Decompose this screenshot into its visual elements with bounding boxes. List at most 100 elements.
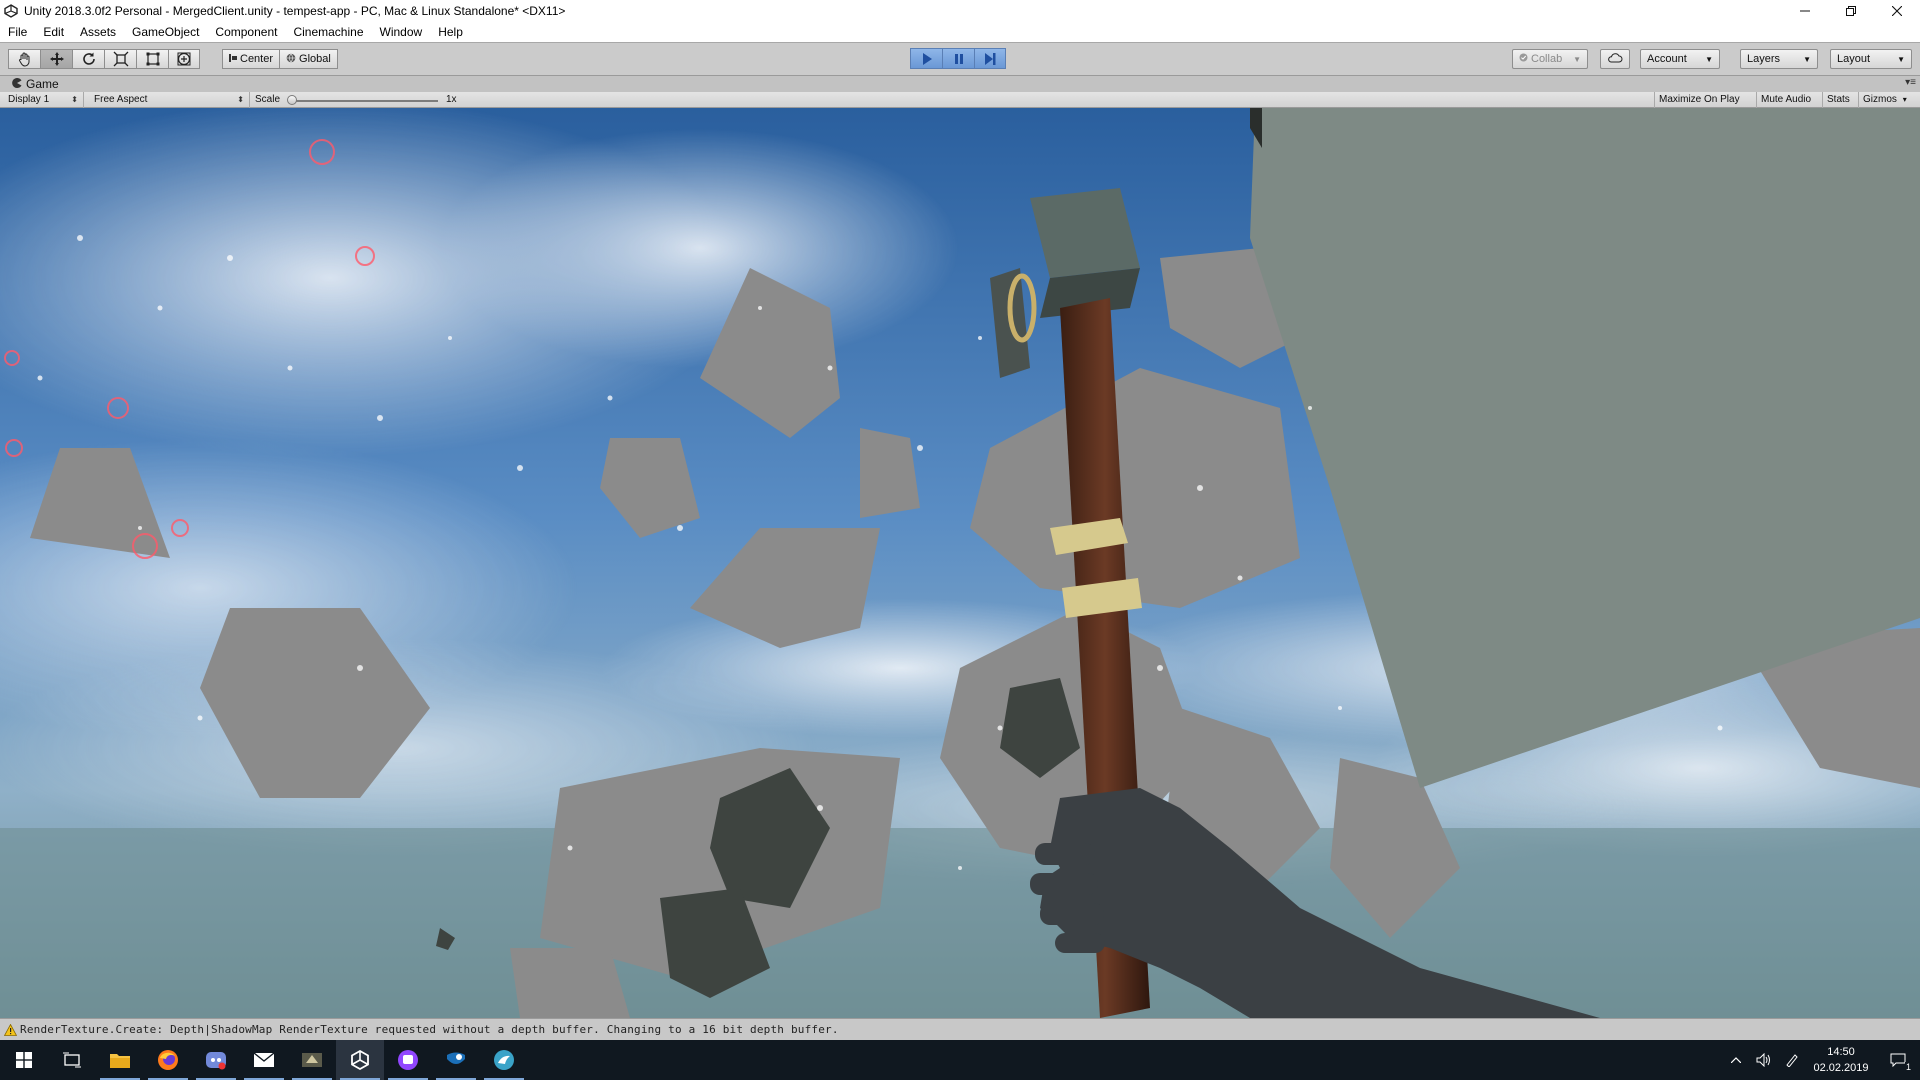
pause-icon (954, 53, 963, 64)
minimize-icon[interactable] (1782, 0, 1828, 22)
playback-controls (910, 48, 1006, 69)
scale-slider-track[interactable] (292, 100, 438, 102)
gizmos-dropdown[interactable]: Gizmos ▾ (1858, 92, 1920, 108)
game-viewport[interactable] (0, 108, 1920, 1018)
chevron-up-icon[interactable] (1722, 1040, 1750, 1080)
twitch-icon[interactable] (384, 1040, 432, 1080)
transform-tool-icon[interactable] (168, 49, 200, 69)
scale-tool-icon[interactable] (104, 49, 136, 69)
rotate-tool-icon[interactable] (72, 49, 104, 69)
pivot-icon (229, 53, 237, 66)
account-label: Account (1647, 53, 1687, 65)
console-status-bar[interactable]: RenderTexture.Create: Depth|ShadowMap Re… (0, 1018, 1920, 1040)
pivot-controls: Center Global (222, 49, 338, 69)
unity-logo-icon (0, 0, 22, 22)
menu-window[interactable]: Window (372, 22, 431, 43)
display-dropdown[interactable]: Display 1 ⬍ (0, 92, 84, 108)
chevron-down-icon: ▾ (1902, 95, 1907, 104)
layers-label: Layers (1747, 53, 1781, 65)
window-titlebar: Unity 2018.3.0f2 Personal - MergedClient… (0, 0, 1920, 22)
unity-icon[interactable] (336, 1040, 384, 1080)
menu-edit[interactable]: Edit (35, 22, 72, 43)
move-tool-icon[interactable] (40, 49, 72, 69)
stats-toggle[interactable]: Stats (1822, 92, 1858, 108)
game-scene (0, 108, 1920, 1018)
pivot-global-button[interactable]: Global (280, 49, 338, 69)
aspect-dropdown[interactable]: Free Aspect ⬍ (86, 92, 250, 108)
gizmos-label: Gizmos (1863, 94, 1897, 105)
notification-center-icon[interactable]: 1 (1876, 1040, 1920, 1080)
chevron-down-icon: ▼ (1705, 54, 1713, 64)
layout-label: Layout (1837, 53, 1871, 65)
system-clock[interactable]: 14:50 02.02.2019 (1806, 1044, 1876, 1076)
status-message: RenderTexture.Create: Depth|ShadowMap Re… (20, 1023, 839, 1036)
pivot-center-button[interactable]: Center (222, 49, 281, 69)
check-icon (1519, 53, 1528, 65)
scale-slider-thumb[interactable] (287, 95, 297, 105)
unity-editor-window: Unity 2018.3.0f2 Personal - MergedClient… (0, 0, 1920, 1080)
chevron-updown-icon: ⬍ (237, 95, 244, 104)
account-dropdown[interactable]: Account ▼ (1640, 49, 1720, 69)
game-app-icon[interactable] (288, 1040, 336, 1080)
tab-game[interactable]: Game (2, 76, 67, 92)
chevron-down-icon: ▼ (1897, 54, 1905, 64)
warning-icon (0, 1023, 20, 1036)
pivot-center-label: Center (240, 53, 274, 65)
game-tab-bar: Game ▾≡ (0, 76, 1920, 92)
scale-value: 1x (446, 94, 457, 105)
menu-gameobject[interactable]: GameObject (124, 22, 207, 43)
step-button[interactable] (974, 48, 1006, 69)
transform-tools (8, 49, 200, 69)
firefox-icon[interactable] (144, 1040, 192, 1080)
mail-icon[interactable] (240, 1040, 288, 1080)
window-title: Unity 2018.3.0f2 Personal - MergedClient… (24, 4, 566, 18)
pivot-global-label: Global (299, 53, 331, 65)
system-tray: 14:50 02.02.2019 1 (1722, 1040, 1920, 1080)
notification-count: 1 (1904, 1062, 1912, 1072)
pen-icon[interactable] (1778, 1040, 1806, 1080)
restore-icon[interactable] (1828, 0, 1874, 22)
pause-button[interactable] (942, 48, 974, 69)
globe-icon (286, 53, 296, 66)
cloud-button[interactable] (1600, 49, 1630, 69)
chevron-down-icon: ▼ (1803, 54, 1811, 64)
menu-file[interactable]: File (0, 22, 35, 43)
main-toolbar: Center Global Collab ▼ Account ▼ Layers … (0, 43, 1920, 76)
display-label: Display 1 (8, 94, 50, 105)
cloud-icon (1607, 52, 1623, 66)
windows-taskbar: 14:50 02.02.2019 1 (0, 1040, 1920, 1080)
rect-tool-icon[interactable] (136, 49, 168, 69)
step-icon (985, 52, 996, 65)
menu-bar: File Edit Assets GameObject Component Ci… (0, 22, 1920, 43)
task-view-icon[interactable] (48, 1040, 96, 1080)
aspect-label: Free Aspect (94, 94, 148, 105)
game-view-controls: Display 1 ⬍ Free Aspect ⬍ Scale 1x Maxim… (0, 92, 1920, 108)
scale-label: Scale (255, 94, 281, 105)
play-icon (922, 52, 932, 65)
chevron-down-icon: ▼ (1573, 54, 1581, 64)
chevron-updown-icon: ⬍ (71, 95, 78, 104)
close-icon[interactable] (1874, 0, 1920, 22)
clock-time: 14:50 (1827, 1046, 1855, 1058)
windows-start-icon[interactable] (0, 1040, 48, 1080)
collab-dropdown[interactable]: Collab ▼ (1512, 49, 1588, 69)
menu-component[interactable]: Component (207, 22, 285, 43)
tab-game-label: Game (26, 77, 59, 91)
menu-assets[interactable]: Assets (72, 22, 124, 43)
mute-audio-toggle[interactable]: Mute Audio (1756, 92, 1822, 108)
menu-help[interactable]: Help (430, 22, 471, 43)
layers-dropdown[interactable]: Layers ▼ (1740, 49, 1818, 69)
speaker-icon[interactable] (1750, 1040, 1778, 1080)
maximize-on-play-toggle[interactable]: Maximize On Play (1654, 92, 1756, 108)
layout-dropdown[interactable]: Layout ▼ (1830, 49, 1912, 69)
steam-icon[interactable] (432, 1040, 480, 1080)
menu-cinemachine[interactable]: Cinemachine (285, 22, 371, 43)
pacman-icon (12, 77, 22, 91)
hand-tool-icon[interactable] (8, 49, 40, 69)
bird-app-icon[interactable] (480, 1040, 528, 1080)
collab-label: Collab (1531, 53, 1563, 65)
panel-menu-icon[interactable]: ▾≡ (1905, 77, 1916, 88)
play-button[interactable] (910, 48, 942, 69)
file-explorer-icon[interactable] (96, 1040, 144, 1080)
discord-icon[interactable] (192, 1040, 240, 1080)
